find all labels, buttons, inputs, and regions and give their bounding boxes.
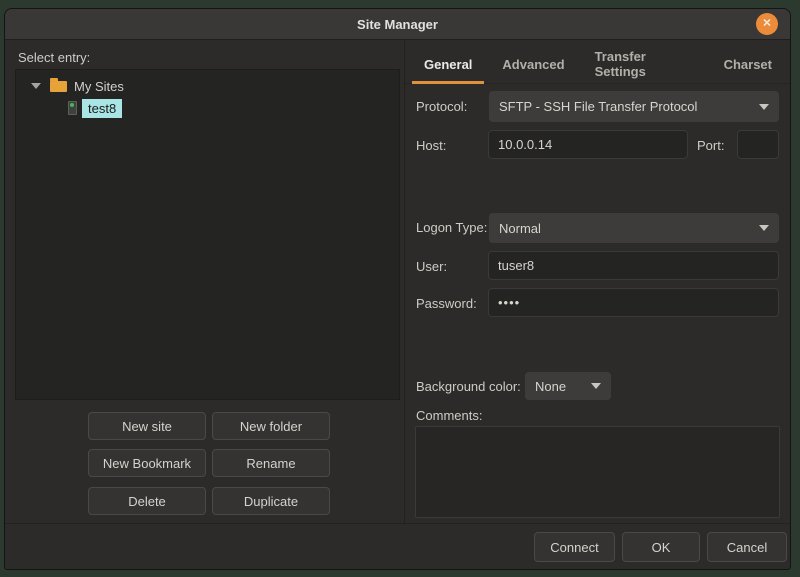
site-manager-dialog: Site Manager ✕ Select entry: My Sites te…	[4, 8, 791, 570]
tab-advanced[interactable]: Advanced	[490, 47, 576, 84]
comments-label: Comments:	[416, 408, 482, 423]
dropdown-arrow-icon	[759, 225, 769, 231]
folder-icon	[50, 81, 67, 92]
port-label: Port:	[697, 138, 724, 153]
titlebar[interactable]: Site Manager ✕	[5, 9, 790, 40]
window-title: Site Manager	[357, 17, 438, 32]
protocol-dropdown[interactable]: SFTP - SSH File Transfer Protocol	[489, 91, 779, 122]
host-input[interactable]	[488, 130, 688, 159]
tab-transfer-settings[interactable]: Transfer Settings	[583, 47, 706, 84]
chevron-down-icon[interactable]	[31, 83, 41, 89]
host-label: Host:	[416, 138, 446, 153]
password-input[interactable]	[488, 288, 779, 317]
close-button[interactable]: ✕	[756, 13, 778, 35]
logon-type-dropdown[interactable]: Normal	[489, 213, 779, 243]
port-input[interactable]	[737, 130, 779, 159]
new-bookmark-button[interactable]: New Bookmark	[88, 449, 206, 477]
user-input[interactable]	[488, 251, 779, 280]
protocol-label: Protocol:	[416, 99, 467, 114]
protocol-value: SFTP - SSH File Transfer Protocol	[499, 99, 697, 114]
dropdown-arrow-icon	[759, 104, 769, 110]
logon-type-label: Logon Type:	[416, 220, 487, 235]
dropdown-arrow-icon	[591, 383, 601, 389]
rename-button[interactable]: Rename	[212, 449, 330, 477]
password-label: Password:	[416, 296, 477, 311]
connect-button[interactable]: Connect	[534, 532, 615, 562]
cancel-button[interactable]: Cancel	[707, 532, 787, 562]
site-tree[interactable]: My Sites test8	[15, 69, 400, 400]
desktop-frame: Site Manager ✕ Select entry: My Sites te…	[0, 0, 800, 577]
tab-bar: General Advanced Transfer Settings Chars…	[412, 47, 790, 84]
tab-general[interactable]: General	[412, 47, 484, 84]
new-site-button[interactable]: New site	[88, 412, 206, 440]
server-icon	[68, 101, 77, 115]
user-label: User:	[416, 259, 447, 274]
tree-item-label-selected: test8	[82, 99, 122, 118]
background-color-value: None	[535, 379, 566, 394]
select-entry-label: Select entry:	[18, 50, 90, 65]
background-color-dropdown[interactable]: None	[525, 372, 611, 400]
close-icon: ✕	[762, 18, 771, 29]
tab-charset[interactable]: Charset	[712, 47, 784, 84]
new-folder-button[interactable]: New folder	[212, 412, 330, 440]
footer-divider	[5, 523, 790, 524]
logon-type-value: Normal	[499, 221, 541, 236]
tree-item-test8[interactable]: test8	[16, 97, 399, 119]
delete-button[interactable]: Delete	[88, 487, 206, 515]
duplicate-button[interactable]: Duplicate	[212, 487, 330, 515]
ok-button[interactable]: OK	[622, 532, 700, 562]
tree-item-my-sites[interactable]: My Sites	[16, 75, 399, 97]
tree-item-label: My Sites	[74, 79, 124, 94]
background-color-label: Background color:	[416, 379, 521, 394]
panel-divider	[404, 40, 405, 523]
comments-textarea[interactable]	[415, 426, 780, 518]
